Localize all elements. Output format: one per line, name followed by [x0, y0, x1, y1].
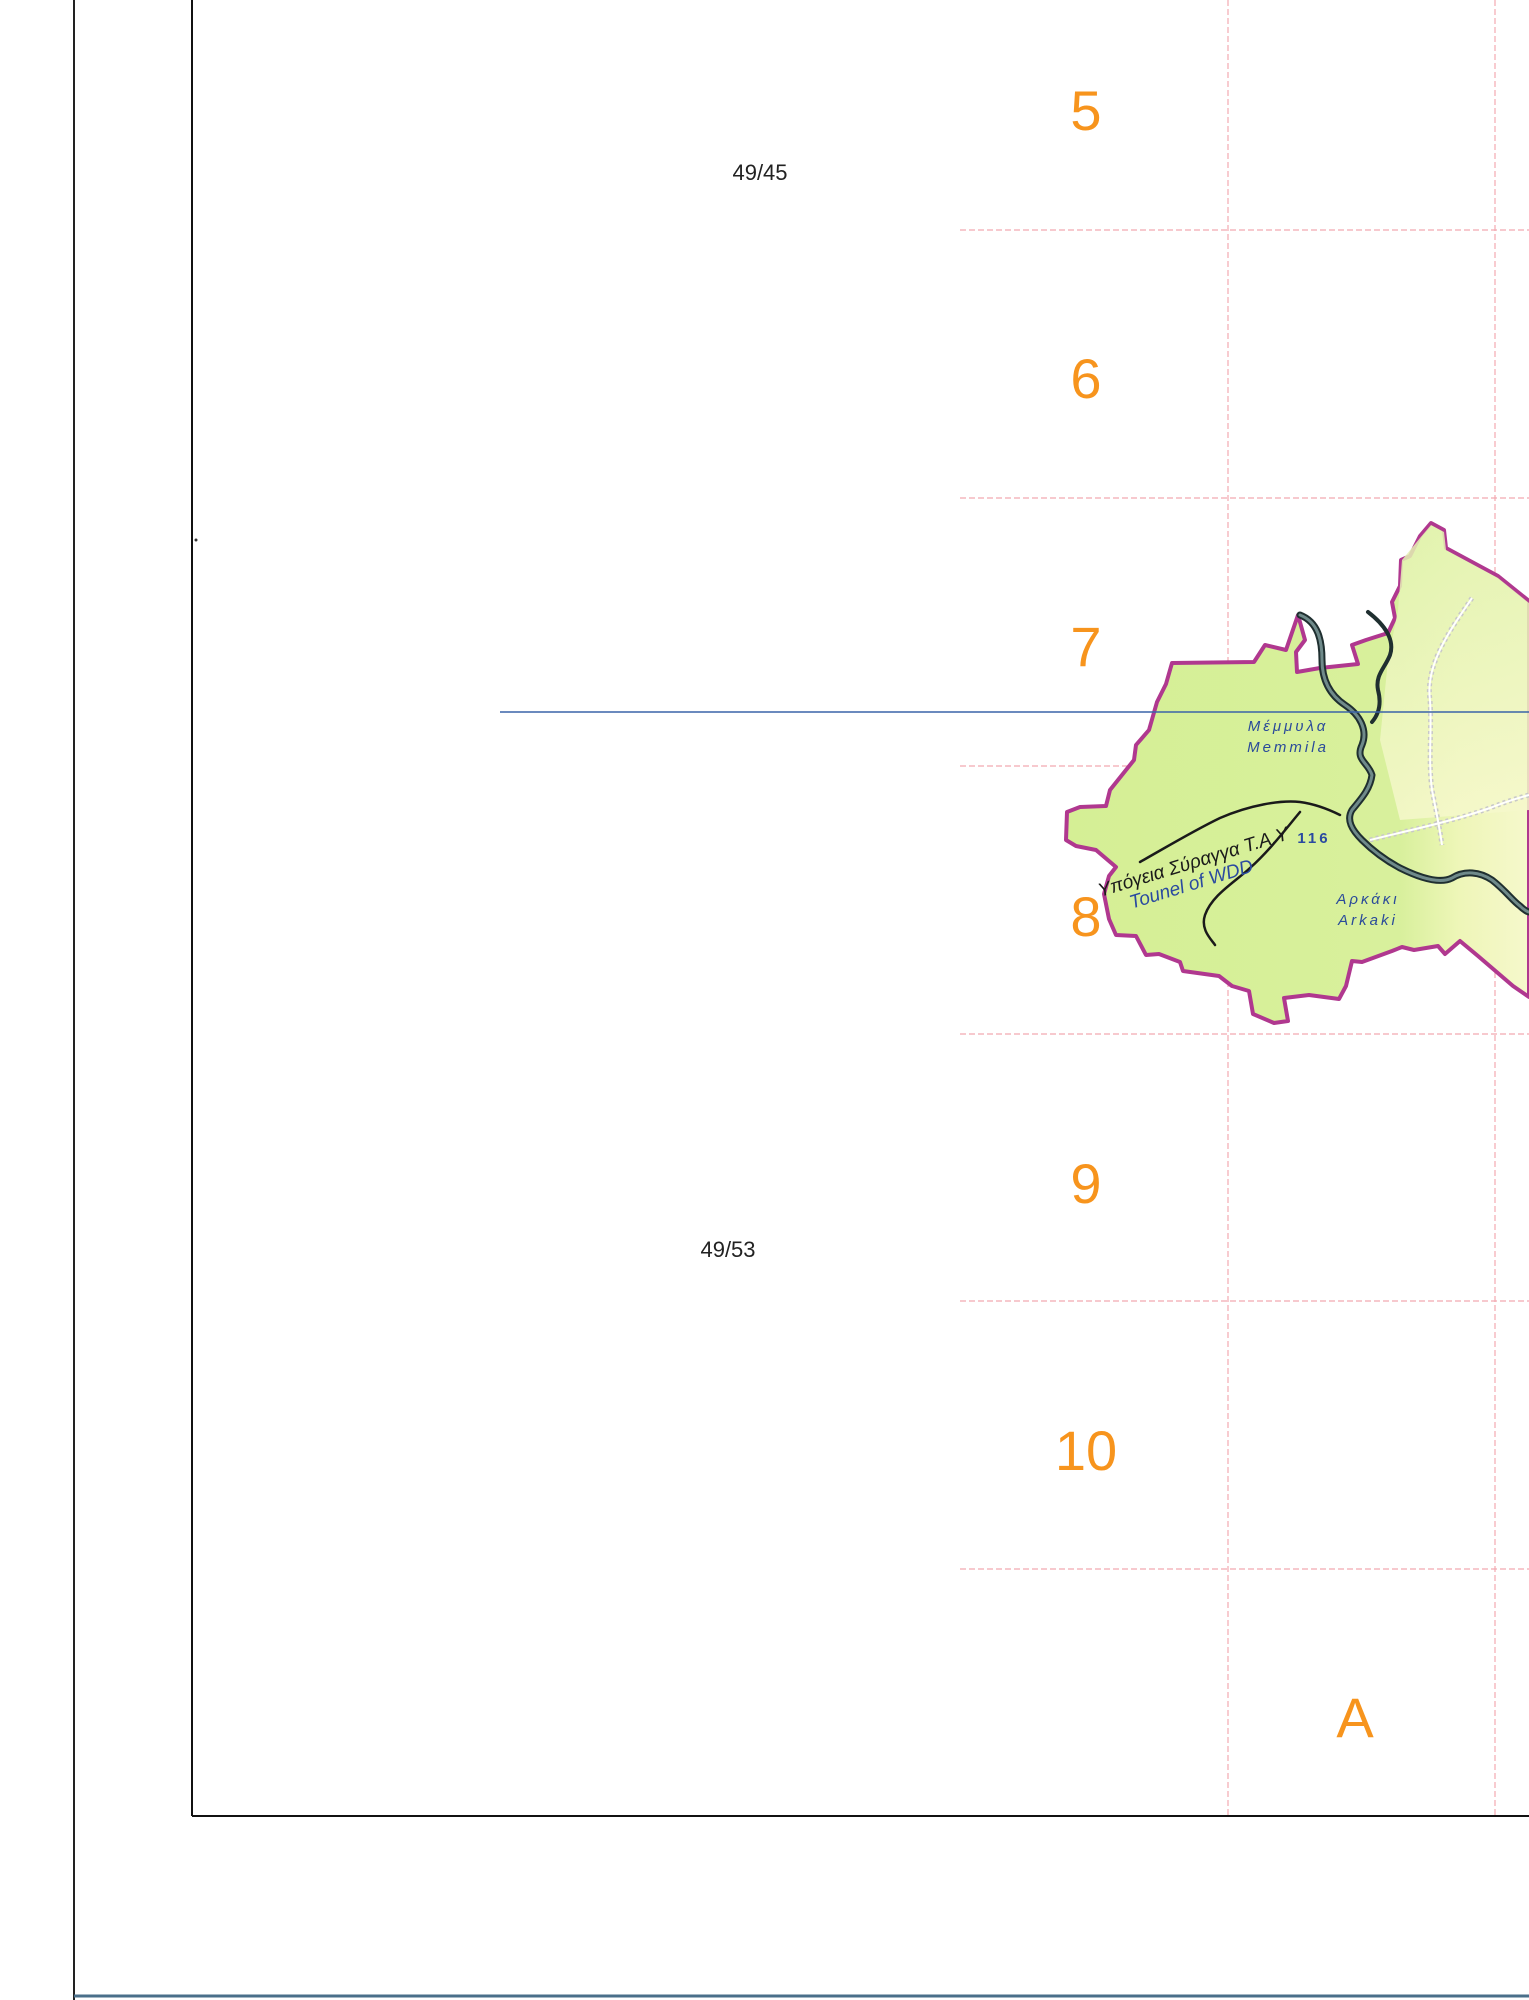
scan-speck	[194, 538, 198, 542]
grid-row-7: 7	[1070, 615, 1101, 678]
road-number-label: 116	[1297, 830, 1330, 847]
grid-row-9: 9	[1070, 1152, 1101, 1215]
grid-row-5: 5	[1070, 79, 1101, 142]
place-memmila-latin: Memmila	[1247, 739, 1329, 756]
place-arkaki-latin: Arkaki	[1337, 912, 1398, 929]
place-memmila-greek: Μέμμυλα	[1248, 718, 1329, 735]
grid-row-8: 8	[1070, 885, 1101, 948]
grid-row-10: 10	[1055, 1419, 1117, 1482]
northern-lobe-shading	[1380, 525, 1529, 820]
sheet-label-upper: 49/45	[732, 160, 787, 185]
sheet-label-lower: 49/53	[700, 1237, 755, 1262]
grid-row-6: 6	[1070, 347, 1101, 410]
grid-column-a: A	[1336, 1686, 1374, 1749]
map-sheet: 49/45 49/53 5 6 7 8 9 10 A Μέμμυλα Memmi…	[73, 0, 1529, 2000]
place-arkaki-greek: Αρκάκι	[1335, 891, 1399, 908]
